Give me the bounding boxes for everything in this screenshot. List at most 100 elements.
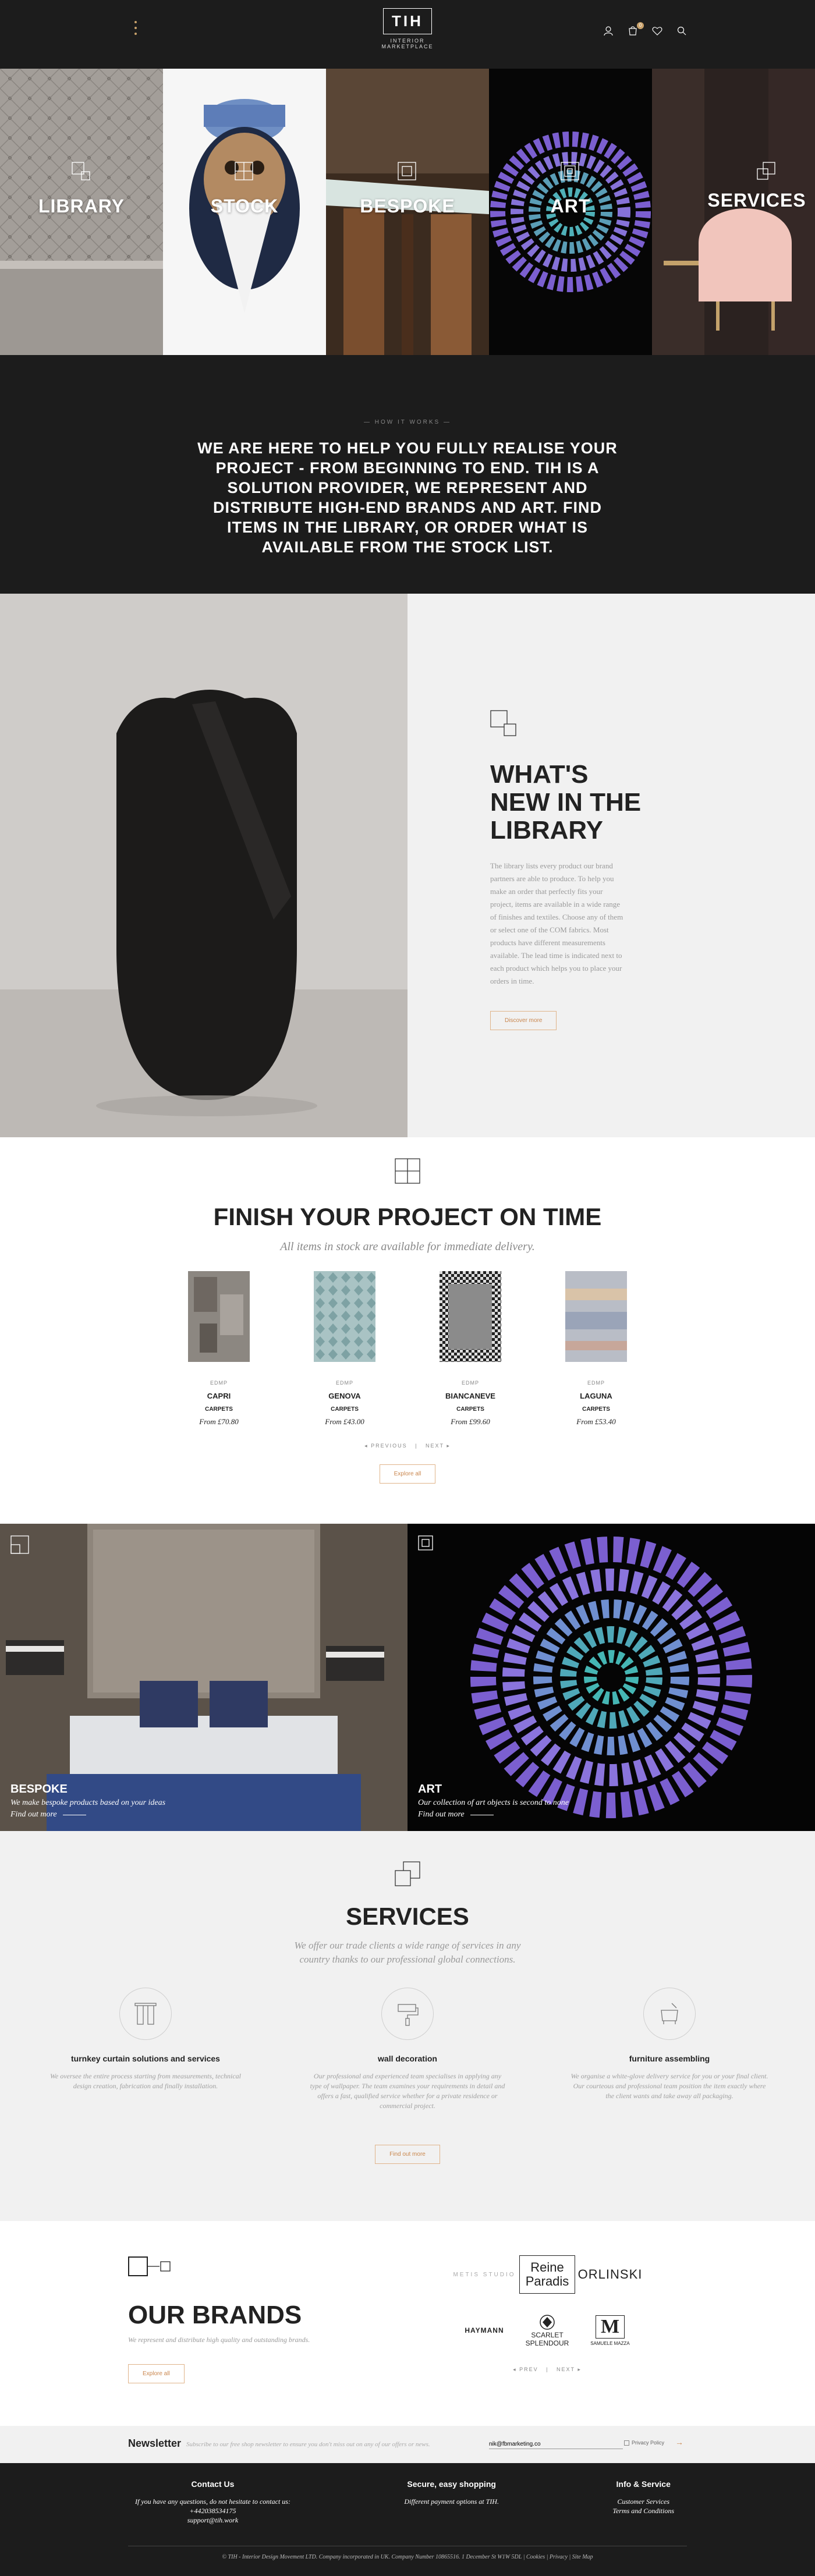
- category-services[interactable]: SERVICES: [652, 69, 815, 355]
- product-brand: EDMP: [587, 1380, 605, 1386]
- bespoke-find-out-more-link[interactable]: Find out more: [10, 1810, 165, 1819]
- terms-link[interactable]: Terms and Conditions: [612, 2506, 674, 2515]
- footer-contact: Contact Us If you have any questions, do…: [135, 2479, 290, 2525]
- bespoke-title: BESPOKE: [10, 1783, 68, 1796]
- product-card[interactable]: EDMP LAGUNA CARPETS From £53.40: [564, 1271, 628, 1427]
- brand-logo-text: ORLINSKI: [577, 2267, 643, 2282]
- next-button[interactable]: NEXT ▸: [426, 1443, 451, 1449]
- footer-col-title: Secure, easy shopping: [407, 2479, 496, 2489]
- brand-logo-text: SAMUELE MAZZA: [590, 2340, 630, 2346]
- product-card[interactable]: EDMP BIANCANEVE CARPETS From £99.60: [438, 1271, 502, 1427]
- site-header: TIH INTERIOR MARKETPLACE 0: [0, 0, 815, 69]
- privacy-label: Privacy Policy: [632, 2440, 665, 2446]
- category-label: ART: [550, 196, 591, 217]
- category-bespoke[interactable]: BESPOKE: [326, 69, 489, 355]
- product-brand: EDMP: [335, 1380, 353, 1386]
- finish-subtitle: All items in stock are available for imm…: [280, 1240, 535, 1253]
- brand-logo-text: M: [595, 2315, 625, 2339]
- logo-mark: TIH: [383, 8, 432, 34]
- category-label: LIBRARY: [38, 196, 125, 217]
- service-item: wall decoration Our professional and exp…: [309, 1988, 506, 2111]
- footer-col-title: Contact Us: [191, 2479, 235, 2489]
- customer-services-link[interactable]: Customer Services: [612, 2497, 674, 2506]
- cart-icon[interactable]: 0: [628, 22, 644, 37]
- art-icon: [418, 1535, 433, 1553]
- rug-image-capri: [188, 1271, 250, 1362]
- product-list: EDMP CAPRI CARPETS From £70.80 EDMP GENO…: [0, 1271, 815, 1427]
- art-title: ART: [418, 1783, 442, 1796]
- account-icon[interactable]: [603, 26, 615, 37]
- site-logo[interactable]: TIH INTERIOR MARKETPLACE: [364, 8, 451, 55]
- bespoke-tile[interactable]: BESPOKE We make bespoke products based o…: [0, 1524, 408, 1831]
- services-find-out-more-button[interactable]: Find out more: [375, 2145, 440, 2164]
- product-name: BIANCANEVE: [445, 1392, 495, 1400]
- footer-line: Different payment options at TIH.: [404, 2497, 499, 2506]
- services-list: turnkey curtain solutions and services W…: [0, 1988, 815, 2111]
- brands-prev-button[interactable]: ◂ PREV: [513, 2366, 538, 2372]
- brands-subtitle: We represent and distribute high quality…: [128, 2336, 310, 2344]
- brand-logo-reine-paradis[interactable]: Reine Paradis: [516, 2247, 579, 2302]
- subscribe-arrow-icon[interactable]: →: [675, 2439, 683, 2448]
- product-category: CARPETS: [205, 1406, 233, 1413]
- brands-section: OUR BRANDS We represent and distribute h…: [0, 2221, 815, 2426]
- product-category: CARPETS: [456, 1406, 484, 1413]
- product-card[interactable]: EDMP CAPRI CARPETS From £70.80: [187, 1271, 251, 1427]
- brands-carousel: METIS STUDIO Reine Paradis ORLINSKI HAYMA…: [453, 2247, 642, 2373]
- discover-more-button[interactable]: Discover more: [490, 1011, 557, 1030]
- service-desc: We organise a white-glove delivery servi…: [570, 2072, 768, 2100]
- logo-subtitle: INTERIOR MARKETPLACE: [381, 38, 434, 49]
- category-label: SERVICES: [707, 190, 806, 211]
- art-find-out-more-link[interactable]: Find out more: [418, 1810, 569, 1819]
- stock-icon: [0, 1158, 815, 1187]
- brand-logo-scarlet-splendour[interactable]: SCARLET SPLENDOUR: [516, 2302, 579, 2358]
- category-strip: LIBRARY STOCK BESPOKE ART SERVICES: [0, 69, 815, 355]
- checkbox-box[interactable]: [624, 2440, 629, 2446]
- menu-icon[interactable]: [133, 21, 139, 35]
- privacy-checkbox[interactable]: Privacy Policy: [624, 2440, 664, 2446]
- site-footer: Contact Us If you have any questions, do…: [0, 2463, 815, 2576]
- newsletter-bar: Newsletter Subscribe to our free shop ne…: [0, 2426, 815, 2463]
- footer-line: If you have any questions, do not hesita…: [135, 2497, 290, 2506]
- rug-image-biancaneve: [440, 1271, 501, 1362]
- product-category: CARPETS: [582, 1406, 610, 1413]
- library-icon: [72, 162, 91, 184]
- service-item: furniture assembling We organise a white…: [570, 1988, 768, 2111]
- brands-explore-all-button[interactable]: Explore all: [128, 2364, 185, 2383]
- wishlist-heart-icon[interactable]: [652, 26, 664, 37]
- services-icon: [756, 162, 776, 184]
- art-desc: Our collection of art objects is second …: [418, 1798, 569, 1807]
- brand-logo-orlinski[interactable]: ORLINSKI: [577, 2247, 643, 2302]
- art-caption: ART Our collection of art objects is sec…: [418, 1783, 569, 1819]
- footer-phone[interactable]: +442038534175: [135, 2506, 290, 2515]
- brands-next-button[interactable]: NEXT ▸: [557, 2366, 582, 2372]
- brand-logo-haymann[interactable]: HAYMANN: [453, 2302, 516, 2358]
- product-price: From £70.80: [199, 1417, 239, 1426]
- rug-image-laguna: [565, 1271, 627, 1362]
- product-pager: ◂ PREVIOUS | NEXT ▸: [364, 1443, 451, 1449]
- art-icon: [561, 162, 580, 184]
- search-icon[interactable]: [676, 26, 688, 37]
- newsletter-email-input[interactable]: [489, 2440, 623, 2449]
- brand-logo-metis-studio[interactable]: METIS STUDIO: [453, 2247, 516, 2302]
- category-library[interactable]: LIBRARY: [0, 69, 163, 355]
- explore-all-button[interactable]: Explore all: [379, 1464, 436, 1484]
- category-label: BESPOKE: [360, 196, 455, 217]
- finish-title: FINISH YOUR PROJECT ON TIME: [213, 1203, 602, 1230]
- product-card[interactable]: EDMP GENOVA CARPETS From £43.00: [313, 1271, 377, 1427]
- how-it-works-section: — HOW IT WORKS — WE ARE HERE TO HELP YOU…: [0, 355, 815, 594]
- brand-logo-samuele-mazza[interactable]: M SAMUELE MAZZA: [579, 2302, 642, 2358]
- category-art[interactable]: ART: [489, 69, 652, 355]
- product-brand: EDMP: [210, 1380, 228, 1386]
- service-name: wall decoration: [378, 2054, 437, 2063]
- lion-crest-icon: [540, 2315, 555, 2330]
- footer-email[interactable]: support@tih.work: [135, 2515, 290, 2525]
- category-stock[interactable]: STOCK: [163, 69, 326, 355]
- previous-button[interactable]: ◂ PREVIOUS: [364, 1443, 408, 1449]
- brand-logo-text: METIS STUDIO: [453, 2271, 516, 2278]
- category-label: STOCK: [210, 196, 279, 217]
- bespoke-icon: [10, 1535, 30, 1558]
- newsletter-desc: Subscribe to our free shop newsletter to…: [186, 2441, 430, 2448]
- services-title: SERVICES: [346, 1903, 469, 1930]
- bespoke-caption: BESPOKE We make bespoke products based o…: [10, 1783, 165, 1819]
- art-tile[interactable]: ART Our collection of art objects is sec…: [408, 1524, 815, 1831]
